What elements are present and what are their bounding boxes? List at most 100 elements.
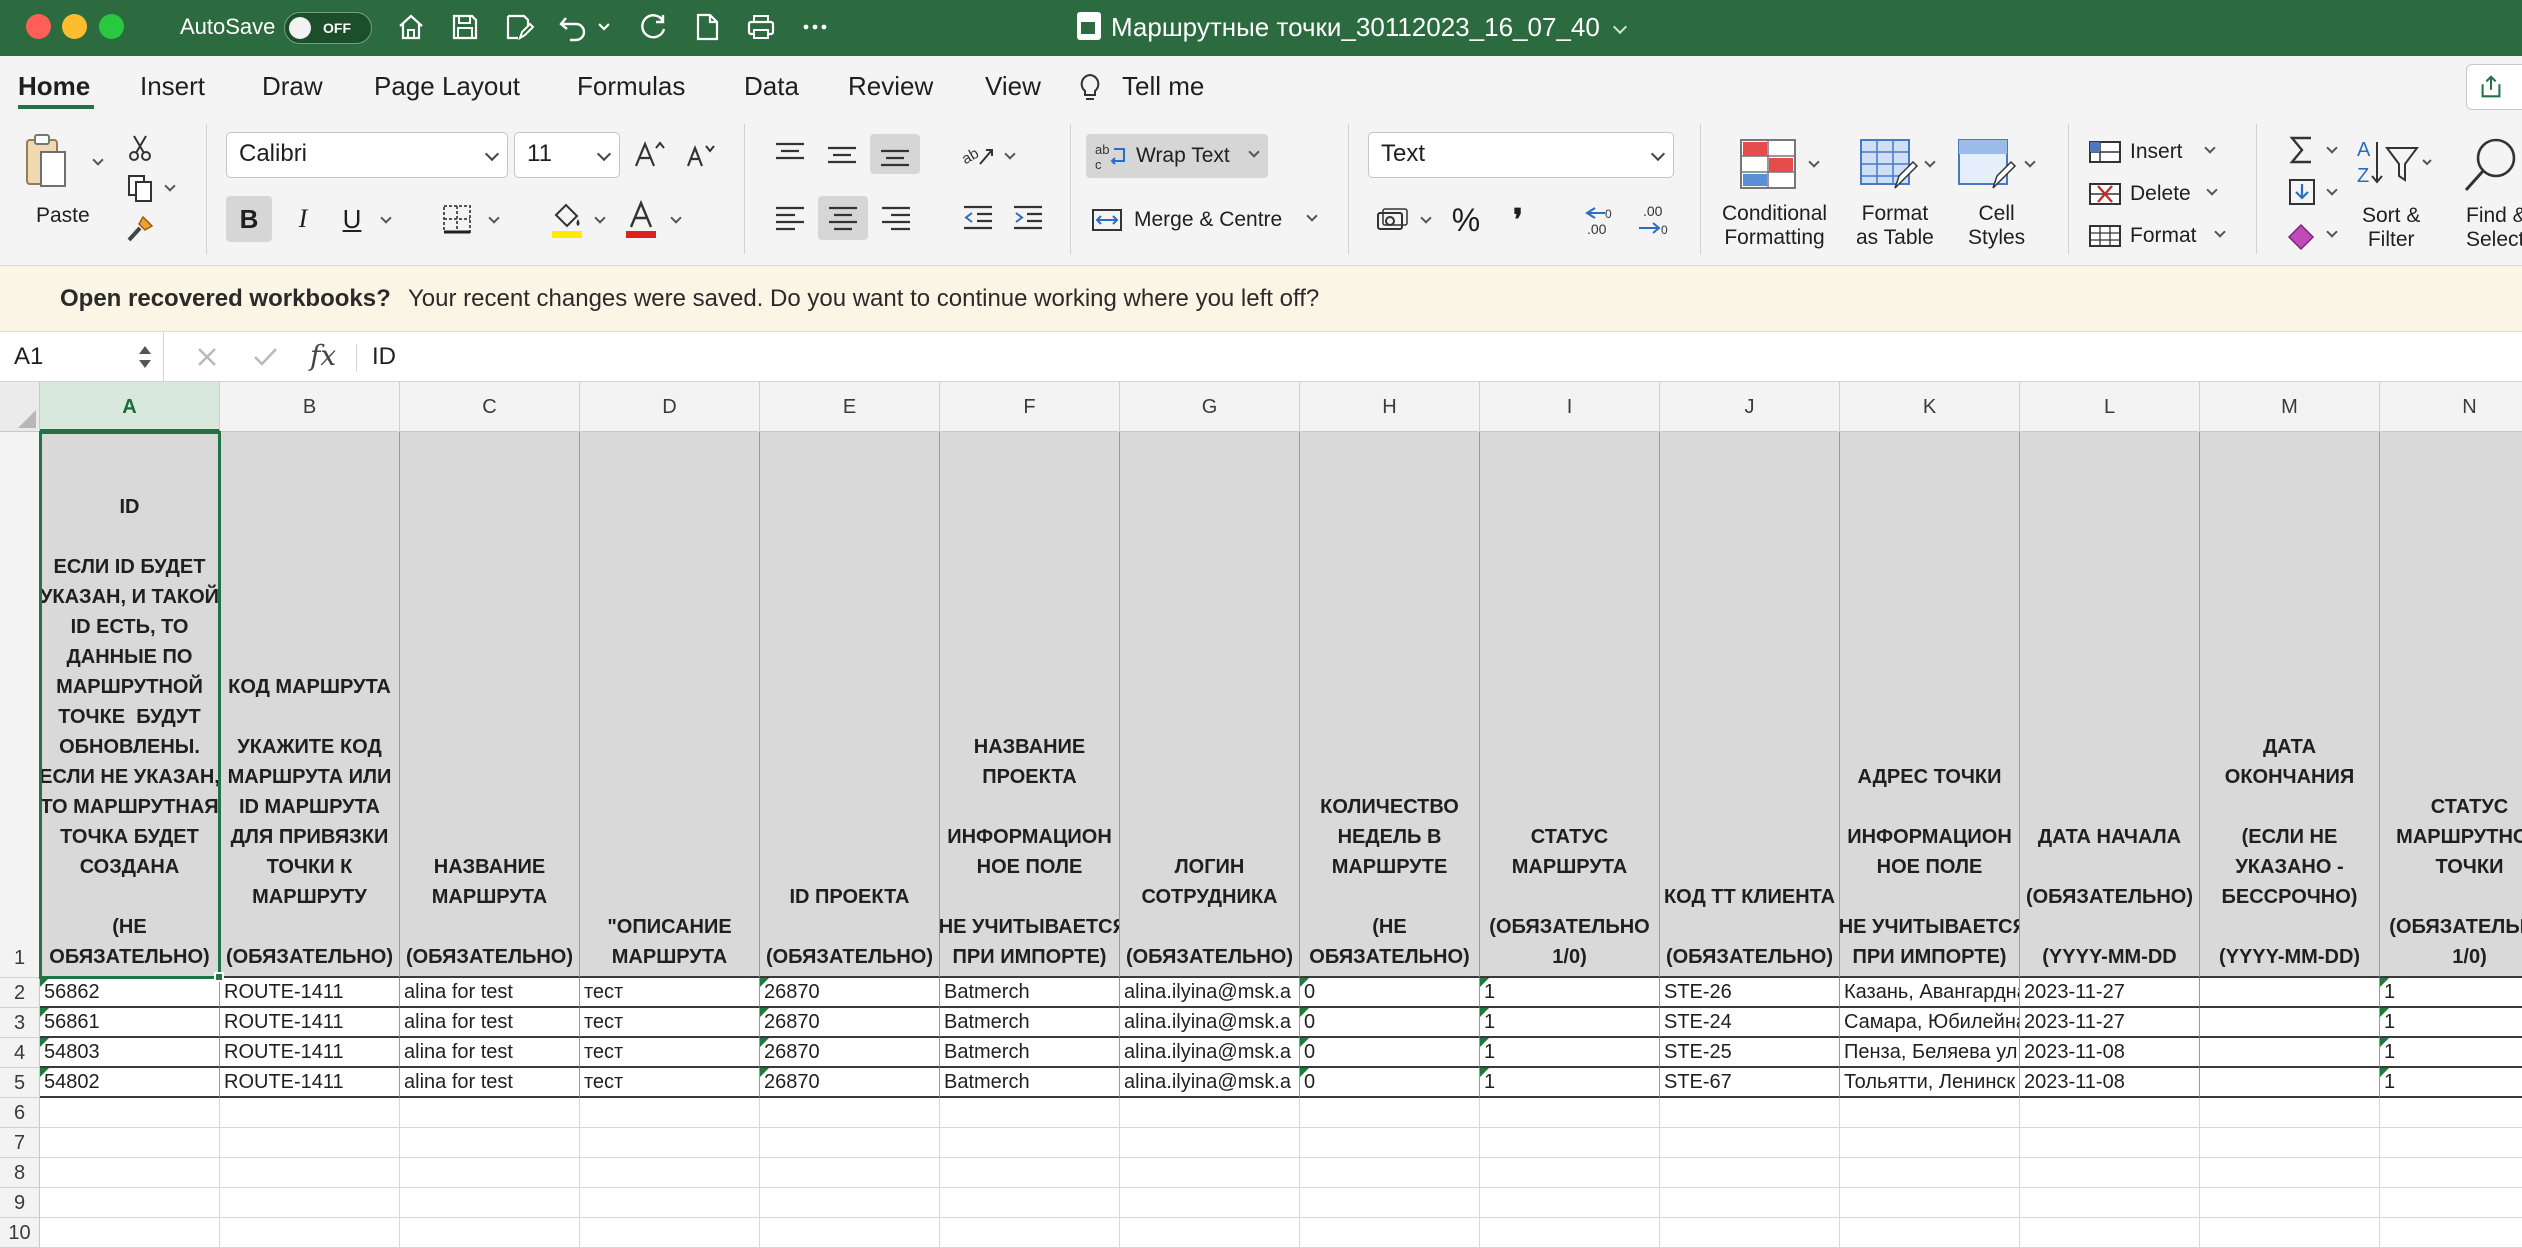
align-middle-button[interactable]	[820, 134, 864, 174]
cell-j5[interactable]: STE-67	[1660, 1068, 1840, 1098]
cell-a7[interactable]	[40, 1128, 220, 1158]
row-header-4[interactable]: 4	[0, 1038, 40, 1068]
cell-g10[interactable]	[1120, 1218, 1300, 1248]
cell-g3[interactable]: alina.ilyina@msk.a	[1120, 1008, 1300, 1038]
column-header-h[interactable]: H	[1300, 382, 1480, 432]
cell-f9[interactable]	[940, 1188, 1120, 1218]
column-header-i[interactable]: I	[1480, 382, 1660, 432]
comma-style-button[interactable]: ❜	[1498, 198, 1538, 242]
column-header-e[interactable]: E	[760, 382, 940, 432]
align-top-button[interactable]	[768, 134, 812, 174]
cell-d7[interactable]	[580, 1128, 760, 1158]
name-box-up-icon[interactable]	[139, 346, 151, 354]
cell-n7[interactable]	[2380, 1128, 2522, 1158]
cell-m8[interactable]	[2200, 1158, 2380, 1188]
header-cell-f[interactable]: НАЗВАНИЕ ПРОЕКТА ИНФОРМАЦИОН НОЕ ПОЛЕ (НЕ УЧ…	[940, 432, 1120, 978]
cell-styles-button[interactable]	[1956, 136, 2017, 192]
cell-e10[interactable]	[760, 1218, 940, 1248]
format-cells-button[interactable]: Format	[2088, 218, 2238, 254]
column-header-l[interactable]: L	[2020, 382, 2200, 432]
increase-font-size-button[interactable]	[630, 136, 668, 174]
number-as-text-indicator-icon[interactable]	[2380, 1068, 2389, 1077]
header-cell-a[interactable]: ID ЕСЛИ ID БУДЕТ УКАЗАН, И ТАКОЙ ID ЕСТЬ, Т…	[40, 432, 220, 978]
cell-f3[interactable]: Batmerch	[940, 1008, 1120, 1038]
orientation-button[interactable]: ab	[956, 134, 1000, 174]
tab-data[interactable]: Data	[744, 71, 799, 101]
cell-d4[interactable]: тест	[580, 1038, 760, 1068]
fill-color-button[interactable]	[548, 198, 586, 242]
number-as-text-indicator-icon[interactable]	[2380, 978, 2389, 987]
cell-h2[interactable]: 0	[1300, 978, 1480, 1008]
cell-g8[interactable]	[1120, 1158, 1300, 1188]
cell-a10[interactable]	[40, 1218, 220, 1248]
column-header-b[interactable]: B	[220, 382, 400, 432]
header-cell-i[interactable]: СТАТУС МАРШРУТА (ОБЯЗАТЕЛЬНО 1/0)	[1480, 432, 1660, 978]
copy-icon[interactable]	[120, 172, 160, 204]
cell-d9[interactable]	[580, 1188, 760, 1218]
cell-h10[interactable]	[1300, 1218, 1480, 1248]
cell-l4[interactable]: 2023-11-08	[2020, 1038, 2200, 1068]
header-cell-d[interactable]: "ОПИСАНИЕ МАРШРУТА	[580, 432, 760, 978]
cell-e2[interactable]: 26870	[760, 978, 940, 1008]
accounting-format-button[interactable]	[1372, 200, 1414, 240]
number-as-text-indicator-icon[interactable]	[40, 1038, 49, 1047]
cell-g2[interactable]: alina.ilyina@msk.a	[1120, 978, 1300, 1008]
decrease-font-size-button[interactable]	[682, 138, 718, 174]
conditional-formatting-dropdown-icon[interactable]	[1808, 156, 1820, 168]
cell-g4[interactable]: alina.ilyina@msk.a	[1120, 1038, 1300, 1068]
cell-e7[interactable]	[760, 1128, 940, 1158]
row-header-2[interactable]: 2	[0, 978, 40, 1008]
tab-insert[interactable]: Insert	[140, 71, 205, 101]
tab-draw[interactable]: Draw	[262, 71, 323, 101]
name-box[interactable]: A1	[0, 332, 164, 382]
cell-m4[interactable]	[2200, 1038, 2380, 1068]
select-all-button[interactable]	[0, 382, 40, 432]
orientation-dropdown-icon[interactable]	[1004, 148, 1016, 160]
autosum-dropdown-icon[interactable]	[2326, 142, 2338, 154]
formula-input[interactable]: ID	[372, 342, 396, 372]
bold-button[interactable]: B	[226, 196, 272, 242]
cell-j3[interactable]: STE-24	[1660, 1008, 1840, 1038]
cell-f10[interactable]	[940, 1218, 1120, 1248]
title-chevron-icon[interactable]	[1612, 19, 1628, 35]
column-header-n[interactable]: N	[2380, 382, 2522, 432]
number-as-text-indicator-icon[interactable]	[2380, 1008, 2389, 1017]
header-cell-g[interactable]: ЛОГИН СОТРУДНИКА (ОБЯЗАТЕЛЬНО)	[1120, 432, 1300, 978]
enter-entry-icon[interactable]	[250, 342, 280, 372]
format-dropdown-icon[interactable]	[2214, 226, 2226, 238]
number-as-text-indicator-icon[interactable]	[760, 978, 769, 987]
cell-h9[interactable]	[1300, 1188, 1480, 1218]
cell-i5[interactable]: 1	[1480, 1068, 1660, 1098]
number-as-text-indicator-icon[interactable]	[40, 1008, 49, 1017]
tab-view[interactable]: View	[985, 71, 1041, 101]
column-header-m[interactable]: M	[2200, 382, 2380, 432]
fill-dropdown-icon[interactable]	[2326, 184, 2338, 196]
clear-button[interactable]	[2282, 216, 2322, 252]
cell-n6[interactable]	[2380, 1098, 2522, 1128]
increase-decimal-button[interactable]: .00 0	[1578, 198, 1624, 242]
row-header-1[interactable]: 1	[0, 432, 40, 978]
cell-d6[interactable]	[580, 1098, 760, 1128]
autosum-button[interactable]	[2282, 132, 2322, 168]
merge-centre-button[interactable]: Merge & Centre	[1090, 200, 1330, 240]
cell-m6[interactable]	[2200, 1098, 2380, 1128]
cell-k8[interactable]	[1840, 1158, 2020, 1188]
cell-n10[interactable]	[2380, 1218, 2522, 1248]
column-header-g[interactable]: G	[1120, 382, 1300, 432]
cell-c2[interactable]: alina for test	[400, 978, 580, 1008]
cell-g6[interactable]	[1120, 1098, 1300, 1128]
align-bottom-button[interactable]	[870, 134, 920, 174]
underline-button[interactable]: U	[332, 196, 372, 242]
cut-icon[interactable]	[120, 132, 160, 164]
number-as-text-indicator-icon[interactable]	[760, 1008, 769, 1017]
tab-page-layout[interactable]: Page Layout	[374, 71, 520, 101]
cell-l7[interactable]	[2020, 1128, 2200, 1158]
wrap-text-dropdown-icon[interactable]	[1248, 146, 1260, 158]
share-button[interactable]	[2466, 64, 2522, 110]
number-as-text-indicator-icon[interactable]	[2380, 1038, 2389, 1047]
cell-styles-dropdown-icon[interactable]	[2024, 156, 2036, 168]
cell-h8[interactable]	[1300, 1158, 1480, 1188]
cell-c9[interactable]	[400, 1188, 580, 1218]
cell-n2[interactable]: 1	[2380, 978, 2522, 1008]
number-as-text-indicator-icon[interactable]	[760, 1038, 769, 1047]
